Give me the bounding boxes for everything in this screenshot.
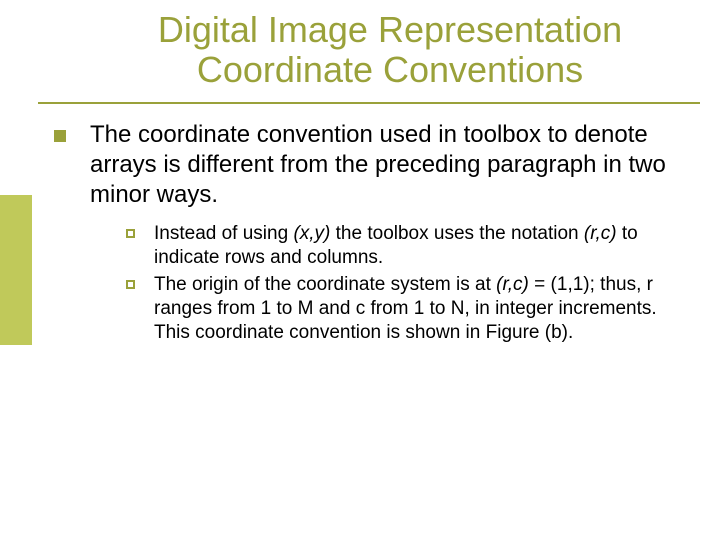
accent-bar	[0, 195, 32, 345]
title-underline	[38, 102, 700, 104]
sub1-part-a: Instead of using	[154, 223, 293, 244]
bullet-level1: The coordinate convention used in toolbo…	[54, 120, 690, 346]
main-point-text: The coordinate convention used in toolbo…	[90, 121, 666, 208]
sub2-rc: (r,c)	[496, 274, 529, 295]
square-bullet-icon	[54, 130, 66, 142]
slide: Digital Image Representation Coordinate …	[0, 0, 720, 540]
sub1-xy: (x,y)	[293, 223, 330, 244]
hollow-square-bullet-icon	[126, 280, 135, 289]
sub2-part-a: The origin of the coordinate system is a…	[154, 274, 496, 295]
hollow-square-bullet-icon	[126, 229, 135, 238]
title-line-2: Coordinate Conventions	[197, 49, 583, 90]
bullet-level2: Instead of using (x,y) the toolbox uses …	[126, 222, 690, 271]
sub-list: Instead of using (x,y) the toolbox uses …	[126, 222, 690, 346]
slide-title: Digital Image Representation Coordinate …	[90, 10, 690, 91]
sub1-rc: (r,c)	[584, 223, 617, 244]
title-line-1: Digital Image Representation	[158, 9, 622, 50]
slide-body: The coordinate convention used in toolbo…	[54, 120, 690, 348]
bullet-level2: The origin of the coordinate system is a…	[126, 273, 690, 346]
sub1-part-b: the toolbox uses the notation	[330, 223, 584, 244]
